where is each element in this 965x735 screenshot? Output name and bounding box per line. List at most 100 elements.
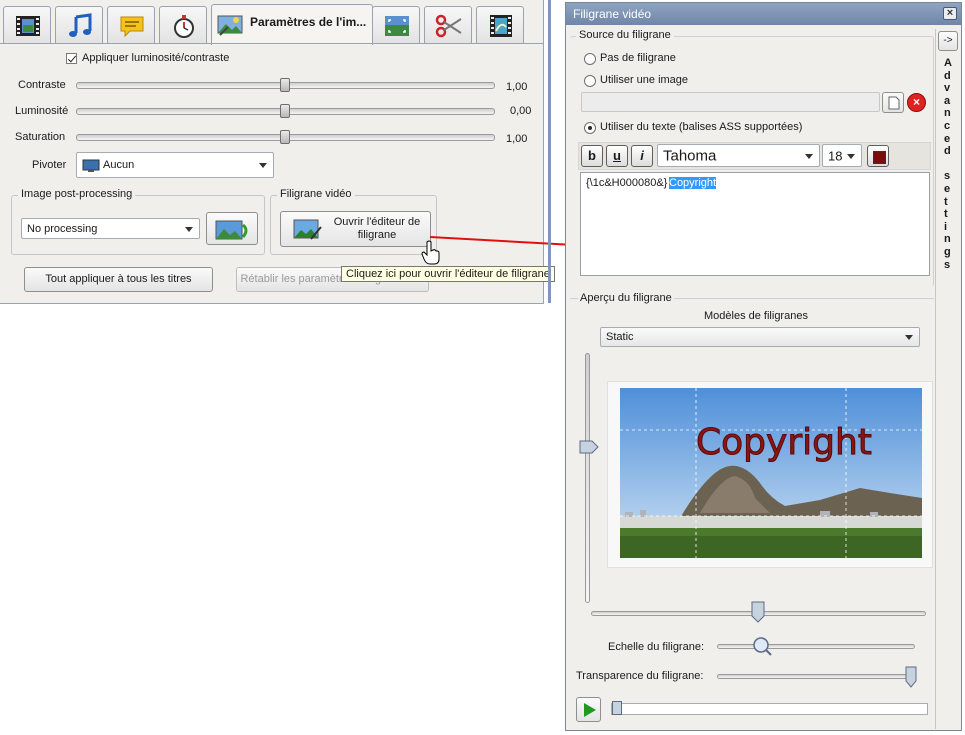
advanced-settings-letter: c [944, 120, 951, 132]
advanced-settings-letter: n [944, 233, 951, 246]
clear-image-icon[interactable]: × [907, 93, 926, 112]
advanced-settings-letter: e [944, 183, 951, 195]
text-color-swatch [873, 151, 886, 164]
template-value: Static [606, 331, 634, 343]
underline-button[interactable]: u [606, 145, 628, 167]
watermark-editor-window: Filigrane vidéo × Source du filigrane Pa… [565, 2, 962, 731]
landscape-photo [620, 388, 922, 558]
no-watermark-label: Pas de filigrane [600, 52, 676, 64]
font-size-select[interactable]: 18 [822, 144, 862, 167]
chevron-down-icon [905, 335, 913, 340]
stopwatch-icon [174, 15, 194, 38]
tab-crop[interactable] [372, 6, 420, 44]
window-edge [548, 0, 551, 303]
open-watermark-editor-label: Ouvrir l'éditeur de filigrane [333, 216, 421, 241]
rotate-select[interactable]: Aucun [76, 152, 274, 178]
no-watermark-radio[interactable] [584, 53, 596, 65]
image-settings-icon [217, 15, 243, 36]
playback-progress[interactable] [611, 703, 928, 715]
speech-bubble-icon [120, 16, 144, 38]
music-note-icon [69, 13, 92, 37]
scale-slider-track[interactable] [717, 644, 915, 649]
preview-image: Copyright [620, 388, 922, 558]
bold-button[interactable]: b [581, 145, 603, 167]
use-text-label: Utiliser du texte (balises ASS supportée… [600, 121, 803, 133]
advanced-settings-letter: v [944, 82, 951, 95]
tab-video[interactable] [3, 6, 51, 44]
tab-image-settings[interactable]: Paramètres de l'im... [211, 4, 373, 45]
tab-effects[interactable] [476, 6, 524, 44]
vertical-position-track[interactable] [585, 353, 590, 603]
title-bar: Filigrane vidéo × [566, 3, 961, 25]
magnifier-icon[interactable] [751, 635, 773, 657]
watermark-text-selection: Copyright [669, 177, 717, 189]
advanced-settings-sidebar: -> Advancedsettings [935, 29, 960, 729]
monitor-icon [82, 159, 100, 172]
text-color-button[interactable] [867, 145, 889, 167]
tab-image-settings-label: Paramètres de l'im... [250, 15, 367, 29]
template-select[interactable]: Static [600, 327, 920, 347]
tab-chapters[interactable] [159, 6, 207, 44]
postprocessing-value: No processing [27, 222, 98, 235]
vertical-position-thumb[interactable] [579, 440, 599, 454]
playback-progress-thumb[interactable] [612, 701, 622, 715]
use-image-label: Utiliser une image [600, 74, 689, 86]
document-icon [888, 96, 900, 110]
play-button[interactable] [576, 697, 601, 722]
advanced-settings-letter: s [944, 258, 951, 271]
window-title: Filigrane vidéo [573, 7, 652, 21]
brightness-value: 0,00 [510, 105, 532, 117]
transparency-slider-thumb[interactable] [905, 666, 917, 688]
watermark-preview-text: Copyright [696, 422, 873, 464]
contrast-slider-thumb[interactable] [279, 78, 290, 92]
horizontal-position-thumb[interactable] [751, 601, 765, 623]
watermark-editor-icon [293, 219, 322, 240]
use-image-radio[interactable] [584, 75, 596, 87]
contrast-value: 1,00 [506, 81, 528, 93]
postprocessing-select[interactable]: No processing [21, 218, 200, 239]
watermark-text-tags: {\1c&H000080&} [586, 177, 668, 189]
transparency-slider-track[interactable] [717, 674, 915, 679]
chevron-down-icon [847, 153, 855, 159]
crop-icon [385, 16, 409, 36]
browse-image-button[interactable] [882, 92, 904, 113]
use-text-radio[interactable] [584, 122, 596, 134]
open-watermark-editor-button[interactable]: Ouvrir l'éditeur de filigrane [280, 211, 431, 247]
font-size-value: 18 [828, 148, 843, 163]
chevron-down-icon [185, 226, 193, 232]
apply-all-titles-button[interactable]: Tout appliquer à tous les titres [24, 267, 213, 292]
scale-label: Echelle du filigrane: [608, 641, 705, 653]
red-arrow [429, 236, 586, 252]
advanced-settings-letter: d [944, 69, 951, 82]
advanced-settings-letter: t [944, 208, 948, 221]
advanced-settings-letter: A [944, 57, 952, 69]
tab-cut[interactable] [424, 6, 472, 44]
advanced-settings-letter: i [944, 220, 948, 233]
tab-audio[interactable] [55, 6, 103, 44]
tab-subtitles[interactable] [107, 6, 155, 44]
transparency-label: Transparence du filigrane: [576, 670, 704, 682]
postprocessing-apply-button[interactable] [206, 212, 258, 245]
postprocessing-title: Image post-processing [18, 188, 136, 200]
font-select[interactable]: Tahoma [657, 144, 820, 167]
watermark-group-title: Filigrane vidéo [277, 188, 355, 200]
close-icon[interactable]: × [943, 7, 957, 20]
advanced-settings-letter: t [944, 195, 948, 208]
scissors-icon [435, 14, 462, 38]
saturation-value: 1,00 [506, 133, 528, 145]
watermark-editor-tooltip: Cliquez ici pour ouvrir l'éditeur de fil… [341, 266, 555, 282]
advanced-settings-letter: n [944, 107, 951, 120]
contrast-label: Contraste [18, 79, 66, 91]
advanced-settings-button[interactable]: -> [938, 31, 958, 51]
brightness-slider-thumb[interactable] [279, 104, 290, 118]
watermark-text-area[interactable]: {\1c&H000080&} Copyright [580, 172, 930, 276]
advanced-settings-letter: a [944, 94, 951, 107]
rotate-value: Aucun [103, 159, 135, 171]
saturation-slider-thumb[interactable] [279, 130, 290, 144]
saturation-label: Saturation [15, 131, 66, 143]
chevron-down-icon [259, 163, 267, 168]
italic-button[interactable]: i [631, 145, 653, 167]
apply-brightness-checkbox[interactable] [66, 53, 77, 64]
image-path-field[interactable] [581, 92, 880, 112]
source-title: Source du filigrane [576, 29, 674, 41]
